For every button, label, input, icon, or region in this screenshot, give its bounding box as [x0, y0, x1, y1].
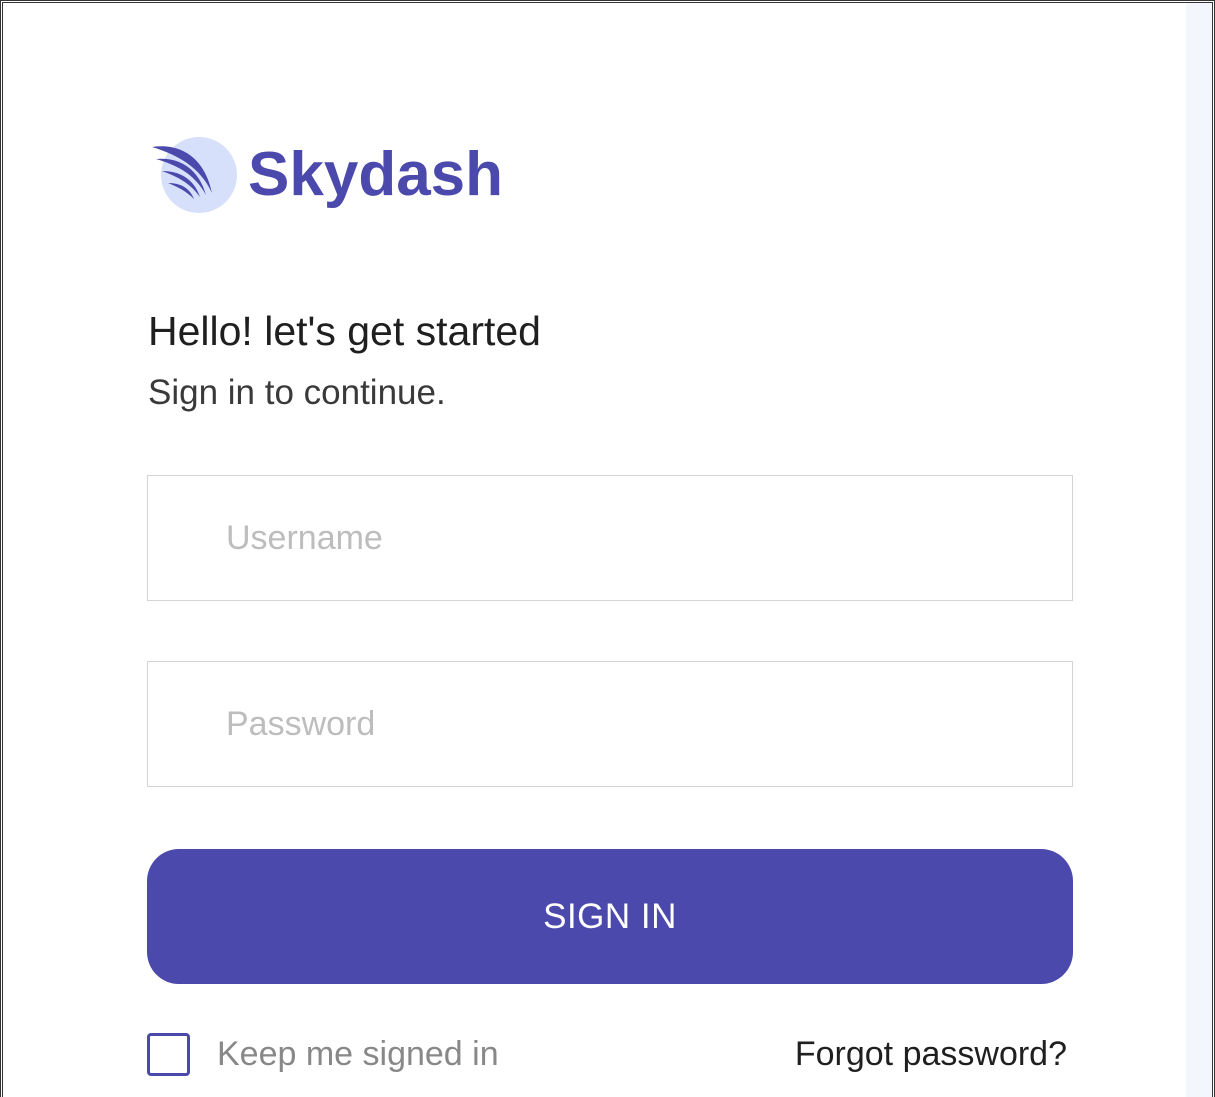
page-title: Hello! let's get started [148, 308, 541, 354]
brand-logo: Skydash [148, 133, 503, 217]
wing-logo-icon [148, 133, 240, 217]
forgot-password-link[interactable]: Forgot password? [795, 1035, 1067, 1074]
username-input[interactable] [147, 475, 1073, 601]
sign-in-button[interactable]: SIGN IN [147, 849, 1073, 984]
keep-signed-in-checkbox[interactable] [147, 1033, 190, 1076]
login-page: Skydash Hello! let's get started Sign in… [0, 0, 1215, 1097]
keep-signed-in[interactable]: Keep me signed in [147, 1033, 499, 1076]
keep-signed-in-label: Keep me signed in [217, 1035, 499, 1073]
password-input[interactable] [147, 661, 1073, 787]
page-subtitle: Sign in to continue. [148, 373, 446, 412]
background-strip [1186, 3, 1212, 1097]
brand-name: Skydash [248, 140, 504, 209]
